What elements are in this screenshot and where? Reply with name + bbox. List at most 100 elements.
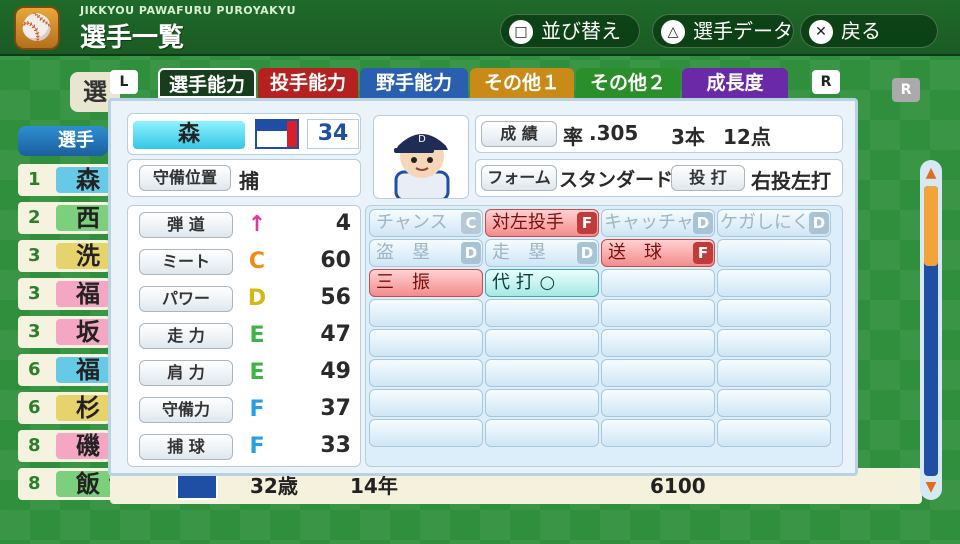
background-row-number: 3 xyxy=(28,321,41,342)
scrollbar[interactable]: ▲ ▼ xyxy=(920,160,942,500)
ability-label: 三 振 xyxy=(376,272,430,293)
r-button-icon: R xyxy=(820,74,832,90)
form-label: フォーム xyxy=(481,165,557,191)
background-row-name: 福 xyxy=(56,281,116,307)
r-button-icon: R xyxy=(900,82,912,98)
ability-cell xyxy=(369,329,483,357)
sort-button[interactable]: □ 並び替え xyxy=(500,14,640,48)
background-list-row: 2西 xyxy=(18,202,116,234)
far-right-button[interactable]: R xyxy=(892,78,920,102)
background-row-name: 森 xyxy=(56,167,116,193)
stat-row: 捕 球 F 33 xyxy=(133,431,359,463)
background-list-row: 6杉 xyxy=(18,392,116,424)
tab-prev-button[interactable]: L xyxy=(110,70,138,94)
background-row-name: 福 xyxy=(56,357,116,383)
ability-cell: 対左投手 F xyxy=(485,209,599,237)
background-row-number: 1 xyxy=(28,169,41,190)
ability-cell xyxy=(717,329,831,357)
team-logo-icon xyxy=(176,472,218,500)
header-bar: ⚾ JIKKYOU PAWAFURU PUROYAKYU 選手一覧 □ 並び替え… xyxy=(0,0,960,56)
uniform-number: 34 xyxy=(307,119,359,149)
stat-row: ミート C 60 xyxy=(133,246,359,278)
svg-text:D: D xyxy=(418,134,426,145)
scroll-thumb[interactable] xyxy=(924,186,938,266)
background-list-row: 1森 xyxy=(18,164,116,196)
background-list-row: 3洗 xyxy=(18,240,116,272)
triangle-button-icon: △ xyxy=(661,20,685,44)
ability-cell: 代 打 ○ xyxy=(485,269,599,297)
background-list-header: 選手 xyxy=(18,126,108,156)
stat-row: 肩 力 E 49 xyxy=(133,357,359,389)
background-row-number: 2 xyxy=(28,207,41,228)
scroll-down-icon[interactable]: ▼ xyxy=(924,480,938,494)
ability-cell xyxy=(369,299,483,327)
page-title: 選手一覧 xyxy=(80,23,185,53)
ability-cell xyxy=(601,269,715,297)
stat-value: 33 xyxy=(320,433,351,458)
background-list-row: 3坂 xyxy=(18,316,116,348)
ability-cell xyxy=(601,419,715,447)
ability-cell: 送 球F xyxy=(601,239,715,267)
sort-button-label: 並び替え xyxy=(541,19,621,43)
avg-label: 率 xyxy=(563,125,583,149)
stat-row: 走 力 E 47 xyxy=(133,320,359,352)
stat-value: 49 xyxy=(320,359,351,384)
stat-row: 弾 道 ↑ 4 xyxy=(133,209,359,241)
ability-cell xyxy=(485,359,599,387)
ability-grade-icon: F xyxy=(693,242,713,264)
home-runs: 3本 xyxy=(671,125,705,149)
tab-5[interactable]: その他２ xyxy=(576,68,680,98)
stat-label: 守備力 xyxy=(139,397,233,423)
ability-cell xyxy=(485,419,599,447)
stat-label: ミート xyxy=(139,249,233,275)
ability-cell xyxy=(369,419,483,447)
tab-2[interactable]: 投手能力 xyxy=(258,68,358,98)
ability-cell xyxy=(717,239,831,267)
ability-cell xyxy=(485,389,599,417)
position-value: 捕 xyxy=(239,169,259,193)
stat-grade-icon: E xyxy=(249,360,265,385)
background-row-name: 坂 xyxy=(56,319,116,345)
ability-cell xyxy=(717,359,831,387)
stat-grade-icon: E xyxy=(249,323,265,348)
rbi: 12点 xyxy=(723,125,771,149)
tab-3[interactable]: 野手能力 xyxy=(360,68,468,98)
player-name: 森 xyxy=(133,121,245,149)
ability-grade-icon: D xyxy=(461,242,481,264)
tab-6[interactable]: 成長度 xyxy=(682,68,788,98)
ability-cell xyxy=(717,299,831,327)
ability-cell: ケガしにくさ D xyxy=(717,209,831,237)
ability-cell xyxy=(485,299,599,327)
background-row-number: 3 xyxy=(28,283,41,304)
stat-label: 捕 球 xyxy=(139,434,233,460)
scroll-up-icon[interactable]: ▲ xyxy=(924,166,938,180)
batting-average: .305 xyxy=(589,121,639,145)
background-list-row: 3福 xyxy=(18,278,116,310)
ability-grade-icon: D xyxy=(577,242,597,264)
ability-cell xyxy=(717,269,831,297)
l-button-icon: L xyxy=(119,74,129,90)
background-row-number: 3 xyxy=(28,245,41,266)
tab-1[interactable]: 選手能力 xyxy=(158,68,256,98)
tab-next-button[interactable]: R xyxy=(812,70,840,94)
stat-value: 4 xyxy=(335,211,351,236)
stat-grade-icon: ↑ xyxy=(247,212,267,237)
back-button[interactable]: ✕ 戻る xyxy=(800,14,938,48)
ability-label: 対左投手 xyxy=(492,212,564,233)
ability-cell xyxy=(369,389,483,417)
background-list-row: 6福 xyxy=(18,354,116,386)
player-face-icon: D xyxy=(394,134,450,198)
stat-value: 56 xyxy=(320,285,351,310)
ability-cell xyxy=(717,419,831,447)
stat-label: 肩 力 xyxy=(139,360,233,386)
ability-label: 盗 塁 xyxy=(376,242,430,263)
stat-grade-icon: F xyxy=(249,434,265,459)
ability-label: チャンス xyxy=(376,212,448,233)
player-avatar: D xyxy=(373,115,469,199)
stat-value: 60 xyxy=(320,248,351,273)
tab-4[interactable]: その他１ xyxy=(470,68,574,98)
ability-cell xyxy=(601,389,715,417)
game-subtitle: JIKKYOU PAWAFURU PUROYAKYU xyxy=(80,4,297,17)
ability-cell xyxy=(601,329,715,357)
player-data-button[interactable]: △ 選手データ xyxy=(652,14,794,48)
